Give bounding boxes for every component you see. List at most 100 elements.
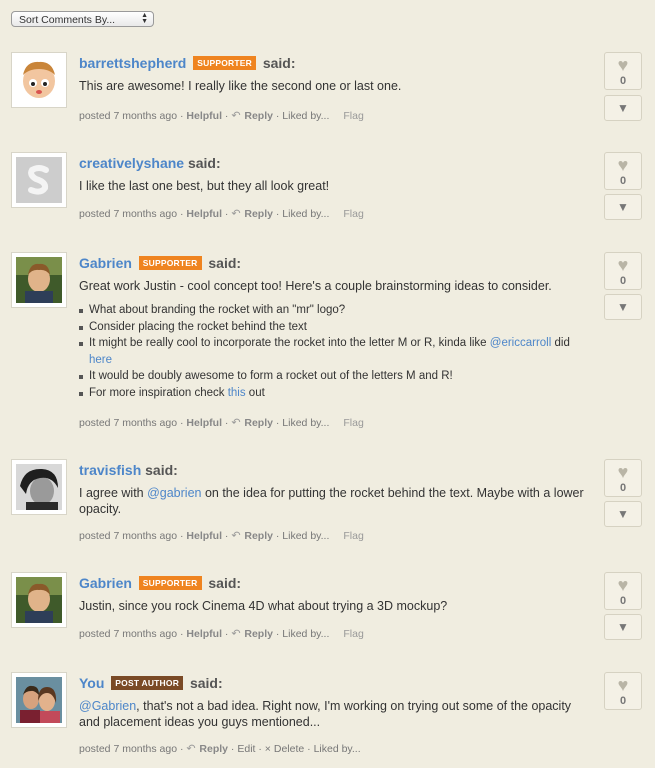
helpful-link[interactable]: Helpful [186,530,222,542]
comment-header: barrettshepherd SUPPORTER said: [79,55,296,71]
liked-by-link[interactable]: Liked by... [282,208,329,220]
separator: · [272,417,283,429]
down-arrow-icon: ▼ [617,620,629,634]
said-label: said: [208,575,242,591]
downvote-button[interactable]: ▼ [604,501,642,527]
supporter-badge: SUPPORTER [193,56,256,70]
liked-by-link[interactable]: Liked by... [282,530,329,542]
like-button[interactable]: ♥ 0 [604,152,642,190]
liked-by-link[interactable]: Liked by... [282,417,329,429]
like-button[interactable]: ♥ 0 [604,52,642,90]
reply-icon: ↶ [231,628,241,640]
here-link[interactable]: here [89,354,112,366]
username-link[interactable]: travisfish [79,462,141,478]
username-link[interactable]: You [79,675,104,691]
mention-link[interactable]: @Gabrien [79,699,136,713]
comment-text: Great work Justin - cool concept too! He… [79,278,594,401]
helpful-link[interactable]: Helpful [186,417,222,429]
separator: · [272,208,283,220]
comment-header: You POST AUTHOR said: [79,675,223,691]
like-count: 0 [619,695,627,707]
username-link[interactable]: creativelyshane [79,155,184,171]
avatar[interactable] [11,572,67,628]
like-button[interactable]: ♥ 0 [604,672,642,710]
flag-link[interactable]: Flag [343,530,363,542]
comment-meta: posted 7 months ago · Helpful · ↶ Reply ·… [79,207,364,220]
downvote-button[interactable]: ▼ [604,194,642,220]
reply-icon: ↶ [231,110,241,122]
downvote-button[interactable]: ▼ [604,294,642,320]
comment-meta: posted 7 months ago · Helpful · ↶ Reply ·… [79,627,364,640]
comment-header: travisfish said: [79,462,178,478]
sort-comments-select[interactable]: Sort Comments By... ▲ ▼ [11,11,154,27]
flag-link[interactable]: Flag [343,628,363,640]
reply-link[interactable]: Reply [244,208,273,220]
like-button[interactable]: ♥ 0 [604,459,642,497]
flag-link[interactable]: Flag [343,417,363,429]
separator: · [272,110,283,122]
mention-link[interactable]: @gabrien [147,486,201,500]
this-link[interactable]: this [228,387,246,399]
list-item-text: For more inspiration check [89,386,228,399]
flag-link[interactable]: Flag [343,208,363,220]
avatar[interactable] [11,52,67,108]
helpful-link[interactable]: Helpful [186,110,222,122]
reply-link[interactable]: Reply [244,628,273,640]
reply-link[interactable]: Reply [244,417,273,429]
reply-link[interactable]: Reply [244,530,273,542]
sort-select-label: Sort Comments By... [19,14,116,26]
like-count: 0 [619,595,627,607]
flag-link[interactable]: Flag [343,110,363,122]
mention-link[interactable]: @ericcarroll [490,337,552,349]
username-link[interactable]: Gabrien [79,575,132,591]
like-count: 0 [619,275,627,287]
said-label: said: [187,155,221,171]
heart-icon: ♥ [617,675,629,695]
like-button[interactable]: ♥ 0 [604,252,642,290]
avatar-image [16,157,62,203]
comment-meta: posted 7 months ago · Helpful · ↶ Reply ·… [79,109,364,122]
downvote-button[interactable]: ▼ [604,95,642,121]
list-item: For more inspiration check this out [79,385,594,402]
list-item-text: It might be really cool to incorporate t… [89,337,490,349]
helpful-link[interactable]: Helpful [186,208,222,220]
supporter-badge: SUPPORTER [138,576,202,590]
edit-link[interactable]: Edit [237,743,255,755]
liked-by-link[interactable]: Liked by... [282,110,329,122]
liked-by-link[interactable]: Liked by... [282,628,329,640]
username-link[interactable]: barrettshepherd [79,55,186,71]
avatar[interactable] [11,252,67,308]
list-item: It would be doubly awesome to form a roc… [79,368,594,385]
list-item: It might be really cool to incorporate t… [79,335,594,368]
username-link[interactable]: Gabrien [79,255,132,271]
avatar[interactable] [11,672,67,728]
separator: · [222,628,232,640]
posted-time: posted 7 months ago [79,628,178,640]
post-author-badge: POST AUTHOR [111,676,184,690]
downvote-button[interactable]: ▼ [604,614,642,640]
heart-icon: ♥ [617,55,629,75]
comment-header: Gabrien SUPPORTER said: [79,255,241,271]
comment-meta: posted 7 months ago · Helpful · ↶ Reply ·… [79,416,364,429]
avatar[interactable] [11,152,67,208]
comment-paragraph: Great work Justin - cool concept too! He… [79,279,552,293]
idea-list: What about branding the rocket with an "… [79,302,594,401]
list-item: Consider placing the rocket behind the t… [79,319,594,336]
helpful-link[interactable]: Helpful [186,628,222,640]
posted-time: posted 7 months ago [79,208,178,220]
comment-header: Gabrien SUPPORTER said: [79,575,241,591]
delete-link[interactable]: Delete [274,743,304,755]
list-item-text: did [551,337,570,349]
like-button[interactable]: ♥ 0 [604,572,642,610]
posted-time: posted 7 months ago [79,530,178,542]
comment-header: creativelyshane said: [79,155,221,171]
liked-by-link[interactable]: Liked by... [314,743,361,755]
avatar[interactable] [11,459,67,515]
reply-link[interactable]: Reply [244,110,273,122]
reply-link[interactable]: Reply [199,743,228,755]
avatar-image [16,257,62,303]
like-count: 0 [619,75,627,87]
separator: · [222,110,232,122]
comment-text: Justin, since you rock Cinema 4D what ab… [79,599,448,613]
avatar-image [16,577,62,623]
